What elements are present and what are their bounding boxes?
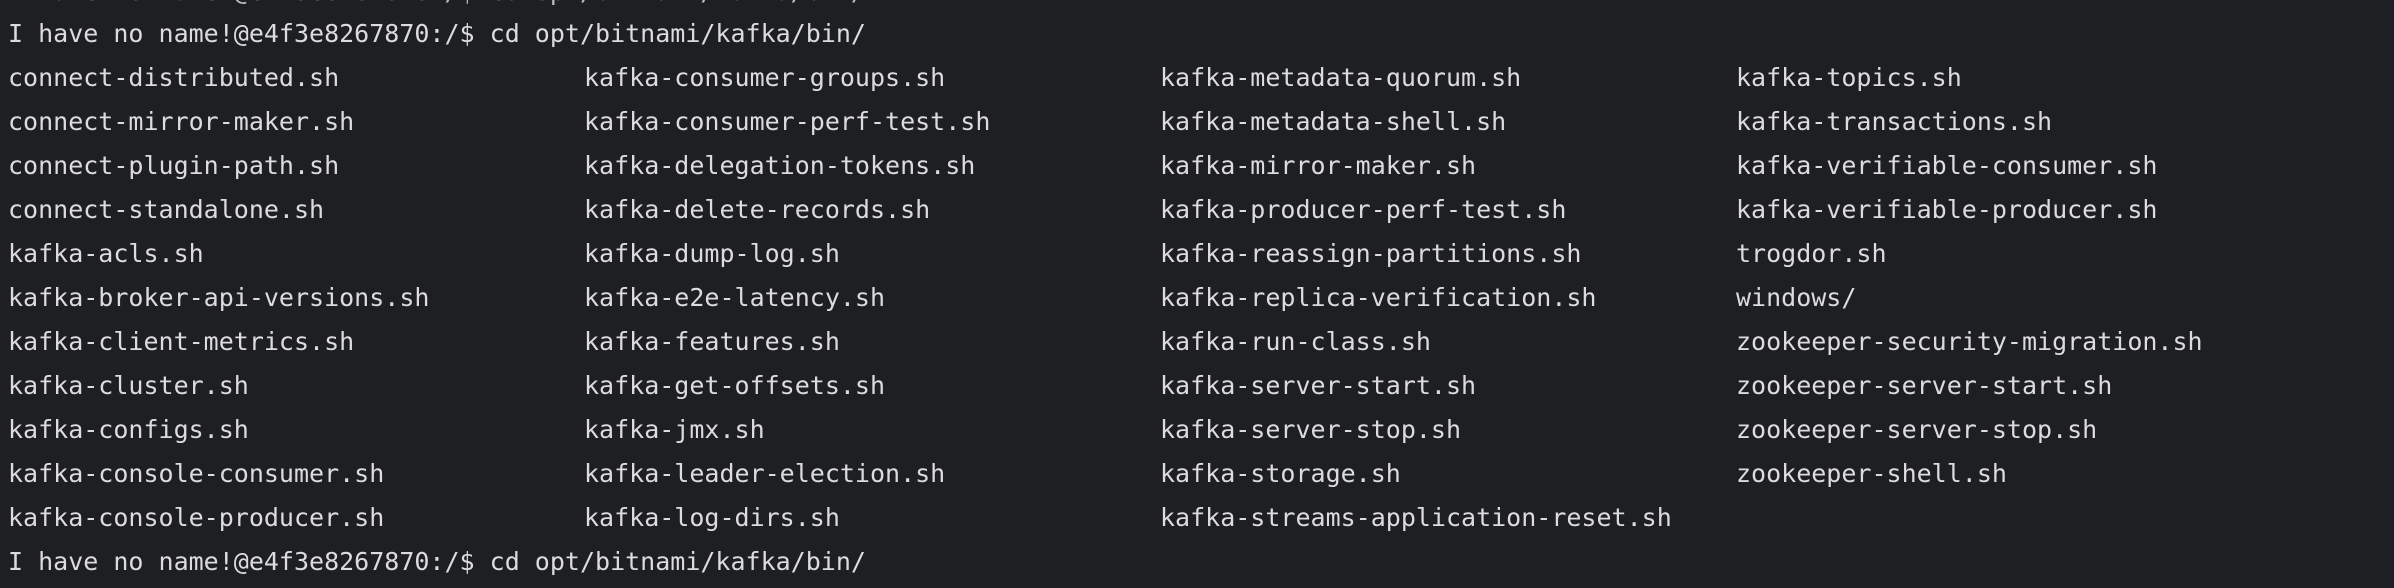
file-entry: kafka-consumer-groups.sh	[584, 63, 946, 92]
file-entry: kafka-delete-records.sh	[584, 195, 931, 224]
file-entry: kafka-cluster.sh	[8, 371, 249, 400]
file-entry: zookeeper-server-start.sh	[1736, 371, 2113, 400]
file-entry: kafka-console-producer.sh	[8, 503, 385, 532]
file-entry: zookeeper-shell.sh	[1736, 459, 2007, 488]
file-entry: kafka-metadata-quorum.sh	[1160, 63, 1522, 92]
file-entry: zookeeper-server-stop.sh	[1736, 415, 2098, 444]
file-entry: kafka-producer-perf-test.sh	[1160, 195, 1567, 224]
command-line-2[interactable]: I have no name!@e4f3e8267870:/$ cd opt/b…	[8, 540, 866, 584]
file-entry: kafka-acls.sh	[8, 239, 204, 268]
file-entry: connect-plugin-path.sh	[8, 151, 340, 180]
shell-command: cd opt/bitnami/kafka/bin/	[489, 19, 866, 48]
file-entry: kafka-consumer-perf-test.sh	[584, 107, 991, 136]
file-entry: kafka-verifiable-producer.sh	[1736, 195, 2158, 224]
file-entry: kafka-reassign-partitions.sh	[1160, 239, 1582, 268]
file-entry: trogdor.sh	[1736, 239, 1887, 268]
file-entry: kafka-get-offsets.sh	[584, 371, 886, 400]
shell-command: cd opt/bitnami/kafka/bin/	[489, 547, 866, 576]
file-entry: kafka-console-consumer.sh	[8, 459, 385, 488]
file-entry: kafka-client-metrics.sh	[8, 327, 355, 356]
shell-prompt: I have no name!@e4f3e8267870:/$	[8, 547, 475, 576]
shell-prompt: I have no name!@e4f3e8267870:/$	[8, 19, 475, 48]
file-entry: kafka-topics.sh	[1736, 63, 1962, 92]
file-entry: kafka-e2e-latency.sh	[584, 283, 886, 312]
file-entry: connect-distributed.sh	[8, 63, 340, 92]
file-entry: connect-standalone.sh	[8, 195, 325, 224]
file-entry: kafka-features.sh	[584, 327, 840, 356]
file-entry: kafka-storage.sh	[1160, 459, 1401, 488]
file-entry: kafka-delegation-tokens.sh	[584, 151, 976, 180]
file-entry: kafka-dump-log.sh	[584, 239, 840, 268]
terminal-window[interactable]: I have no name!@e4f3e8267870:/$ cd opt/b…	[0, 0, 2394, 588]
file-entry: kafka-configs.sh	[8, 415, 249, 444]
file-entry: kafka-server-start.sh	[1160, 371, 1477, 400]
file-entry: kafka-run-class.sh	[1160, 327, 1431, 356]
file-entry: kafka-verifiable-consumer.sh	[1736, 151, 2158, 180]
file-entry: windows/	[1736, 283, 1857, 312]
file-entry: kafka-transactions.sh	[1736, 107, 2053, 136]
file-entry	[1736, 496, 2312, 540]
command-line-1: I have no name!@e4f3e8267870:/$ cd opt/b…	[8, 12, 866, 56]
file-entry: kafka-streams-application-reset.sh	[1160, 503, 1672, 532]
directory-listing: connect-distributed.sh kafka-consumer-gro…	[8, 56, 2388, 540]
file-entry: kafka-server-stop.sh	[1160, 415, 1462, 444]
file-entry: kafka-mirror-maker.sh	[1160, 151, 1477, 180]
file-entry: kafka-leader-election.sh	[584, 459, 946, 488]
file-entry: kafka-log-dirs.sh	[584, 503, 840, 532]
file-entry: kafka-metadata-shell.sh	[1160, 107, 1507, 136]
file-entry: connect-mirror-maker.sh	[8, 107, 355, 136]
file-entry: kafka-jmx.sh	[584, 415, 765, 444]
file-entry: kafka-broker-api-versions.sh	[8, 283, 430, 312]
file-entry: kafka-replica-verification.sh	[1160, 283, 1597, 312]
file-entry: zookeeper-security-migration.sh	[1736, 327, 2203, 356]
